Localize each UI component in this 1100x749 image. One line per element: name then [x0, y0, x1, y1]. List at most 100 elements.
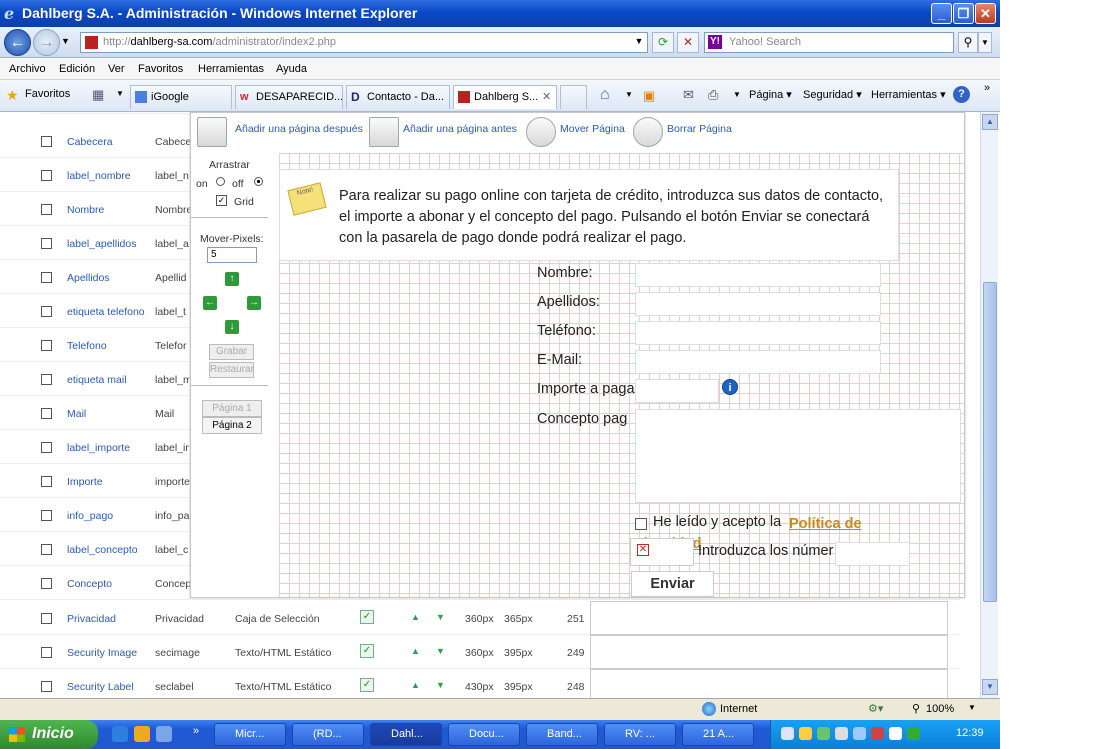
row-label-link[interactable]: Concepto [67, 578, 112, 590]
row-label-link[interactable]: Security Image [67, 647, 137, 659]
row-checkbox[interactable] [41, 272, 52, 283]
scroll-up-icon[interactable]: ▲ [982, 114, 998, 130]
address-dropdown-icon[interactable]: ▼ [630, 32, 648, 53]
page-1-button[interactable]: Página 1 [202, 400, 262, 417]
window-title-bar[interactable]: e Dahlberg S.A. - Administración - Windo… [0, 0, 1000, 27]
row-label-link[interactable]: etiqueta telefono [67, 306, 145, 318]
zoom-icon[interactable]: ⚲ [912, 702, 920, 715]
task-docu[interactable]: Docu... [448, 723, 520, 746]
drag-on-radio[interactable] [216, 177, 225, 186]
page-menu[interactable]: Página ▾ [749, 88, 792, 101]
edit-check-icon[interactable]: ✓ [360, 678, 374, 692]
zoom-dropdown-icon[interactable]: ▼ [968, 703, 976, 712]
row-label-link[interactable]: Mail [67, 408, 86, 420]
row-label-link[interactable]: Importe [67, 476, 103, 488]
menu-favoritos[interactable]: Favoritos [138, 63, 183, 75]
tray-network-icon[interactable] [781, 727, 794, 740]
arrow-right-icon[interactable]: → [247, 296, 261, 310]
maximize-button[interactable]: ❐ [953, 3, 974, 24]
row-label-link[interactable]: Cabecera [67, 136, 113, 148]
design-grid-canvas[interactable]: Note! Para realizar su pago online con t… [279, 153, 964, 597]
task-micr[interactable]: Micr... [214, 723, 286, 746]
tray-security-icon[interactable] [817, 727, 830, 740]
row-label-link[interactable]: Nombre [67, 204, 104, 216]
row-checkbox[interactable] [41, 238, 52, 249]
menu-edicion[interactable]: Edición [59, 63, 95, 75]
row-label-link[interactable]: Security Label [67, 681, 134, 693]
table-row[interactable]: Security Label seclabel Texto/HTML Estátic… [0, 669, 960, 698]
row-checkbox[interactable] [41, 306, 52, 317]
tray-volume-icon[interactable] [835, 727, 848, 740]
feeds-icon[interactable]: ▣ [643, 88, 655, 104]
menu-ver[interactable]: Ver [108, 63, 125, 75]
tray-app-icon[interactable] [889, 727, 902, 740]
row-checkbox[interactable] [41, 374, 52, 385]
menu-herramientas[interactable]: Herramientas [198, 63, 264, 75]
row-label-link[interactable]: Privacidad [67, 613, 116, 625]
table-row[interactable]: Security Image secimage Texto/HTML Estátic… [0, 635, 960, 669]
task-band[interactable]: Band... [526, 723, 598, 746]
tools-menu[interactable]: Herramientas ▾ [871, 88, 946, 101]
row-checkbox[interactable] [41, 476, 52, 487]
arrow-down-icon[interactable]: ↓ [225, 320, 239, 334]
row-checkbox[interactable] [41, 170, 52, 181]
tray-monitor-icon[interactable] [907, 727, 920, 740]
task-dahl[interactable]: Dahl... [370, 723, 442, 746]
move-down-icon[interactable]: ▼ [436, 612, 445, 622]
close-button[interactable]: ✕ [975, 3, 996, 24]
ie-quicklaunch-icon[interactable] [112, 726, 128, 742]
new-tab-button[interactable] [560, 85, 587, 109]
row-label-link[interactable]: Telefono [67, 340, 107, 352]
page-2-button[interactable]: Página 2 [202, 417, 262, 434]
scroll-thumb[interactable] [983, 282, 997, 602]
more-commands-icon[interactable]: » [984, 82, 990, 94]
row-checkbox[interactable] [41, 544, 52, 555]
edit-check-icon[interactable]: ✓ [360, 610, 374, 624]
print-dropdown-icon[interactable]: ▼ [733, 90, 741, 99]
tab-dahlberg[interactable]: Dahlberg S... ✕ [453, 85, 557, 109]
quicklaunch-more-icon[interactable]: » [193, 725, 199, 737]
quick-tabs-icon[interactable]: ▦ [92, 87, 104, 103]
tray-antivirus-icon[interactable] [871, 727, 884, 740]
minimize-button[interactable]: _ [931, 3, 952, 24]
pixels-input[interactable]: 5 [207, 247, 257, 263]
tray-update-icon[interactable] [853, 727, 866, 740]
telefono-input[interactable] [635, 321, 881, 345]
home-dropdown-icon[interactable]: ▼ [625, 90, 633, 99]
move-up-icon[interactable]: ▲ [411, 646, 420, 656]
move-down-icon[interactable]: ▼ [436, 646, 445, 656]
start-button[interactable]: Inicio [0, 720, 98, 749]
row-checkbox[interactable] [41, 204, 52, 215]
row-checkbox[interactable] [41, 647, 52, 658]
task-rv[interactable]: RV: ... [604, 723, 676, 746]
print-icon[interactable]: ⎙ [708, 87, 718, 103]
tab-desaparecid[interactable]: w DESAPARECID... [235, 85, 343, 109]
row-checkbox[interactable] [41, 408, 52, 419]
table-row[interactable]: Privacidad Privacidad Caja de Selección ✓ ▲ ▼… [0, 601, 960, 635]
save-button[interactable]: Grabar [209, 344, 254, 360]
favorites-label[interactable]: Favoritos [25, 88, 70, 100]
row-checkbox[interactable] [41, 442, 52, 453]
refresh-icon[interactable]: ⟳ [652, 32, 674, 53]
arrow-up-icon[interactable]: ↑ [225, 272, 239, 286]
search-input[interactable]: Y! Yahoo! Search [704, 32, 954, 53]
row-label-link[interactable]: info_pago [67, 510, 113, 522]
row-label-link[interactable]: label_importe [67, 442, 130, 454]
row-checkbox[interactable] [41, 510, 52, 521]
move-up-icon[interactable]: ▲ [411, 612, 420, 622]
back-button[interactable]: ← [4, 29, 31, 56]
apellidos-input[interactable] [635, 292, 881, 316]
tab-contacto[interactable]: D Contacto - Da... [346, 85, 450, 109]
row-label-link[interactable]: label_apellidos [67, 238, 136, 250]
messenger-quicklaunch-icon[interactable] [134, 726, 150, 742]
menu-archivo[interactable]: Archivo [9, 63, 46, 75]
search-options-icon[interactable]: ▼ [978, 32, 992, 53]
tray-messenger-icon[interactable] [799, 727, 812, 740]
security-menu[interactable]: Seguridad ▾ [803, 88, 862, 101]
email-input[interactable] [635, 350, 881, 374]
address-input[interactable]: http://dahlberg-sa.com/administrator/ind… [80, 32, 648, 53]
row-checkbox[interactable] [41, 578, 52, 589]
restore-button[interactable]: Restaurar [209, 362, 254, 378]
history-dropdown-icon[interactable]: ▼ [61, 36, 70, 46]
vertical-scrollbar[interactable]: ▲ ▼ [980, 112, 998, 698]
